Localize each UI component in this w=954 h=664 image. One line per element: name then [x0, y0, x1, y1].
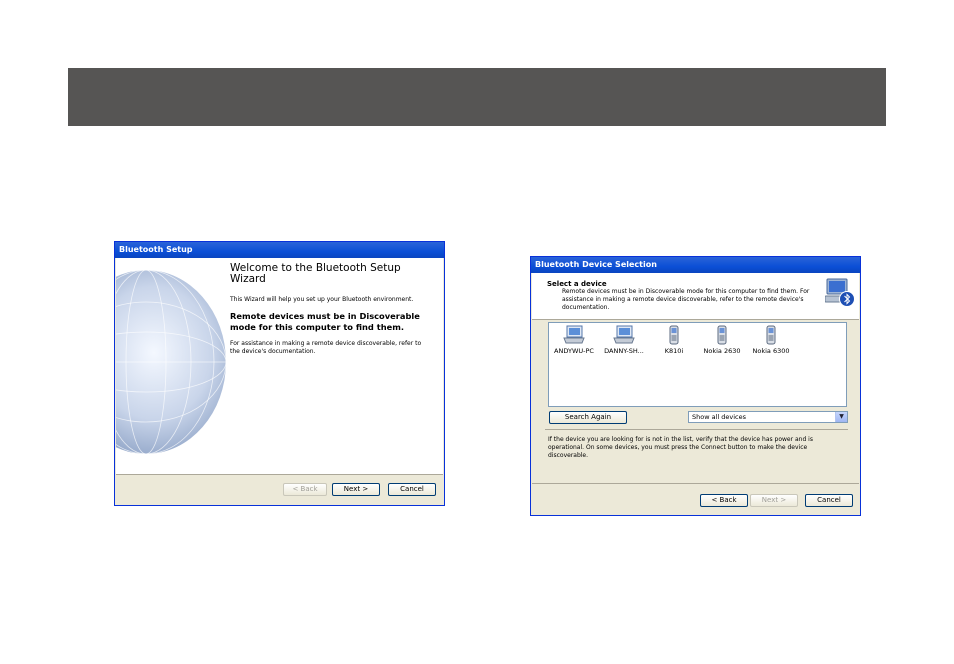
divider — [545, 429, 848, 430]
discoverable-note: Remote devices must be in Discoverable m… — [230, 311, 420, 332]
button-divider — [532, 483, 859, 484]
back-button[interactable]: < Back — [283, 483, 327, 496]
chevron-down-icon[interactable]: ▼ — [835, 412, 847, 422]
device-list[interactable]: ANDYWU-PC DANNY-SH... K810i Nokia 2630 N… — [548, 322, 847, 407]
cancel-button[interactable]: Cancel — [805, 494, 853, 507]
header-title: Select a device — [547, 280, 607, 288]
device-item[interactable]: Nokia 6300 — [746, 325, 796, 355]
next-button[interactable]: Next > — [332, 483, 380, 496]
filter-value: Show all devices — [692, 413, 747, 421]
phone-icon — [717, 325, 727, 345]
device-item[interactable]: DANNY-SH... — [599, 325, 649, 355]
device-item[interactable]: Nokia 2630 — [697, 325, 747, 355]
device-name: Nokia 2630 — [703, 347, 741, 355]
device-name: K810i — [664, 347, 684, 355]
laptop-icon — [613, 325, 635, 344]
device-selection-window: Bluetooth Device Selection Select a devi… — [530, 256, 861, 516]
wizard-heading: Welcome to the Bluetooth Setup Wizard — [230, 262, 401, 285]
assistance-note: For assistance in making a remote device… — [230, 340, 422, 355]
wizard-header: Select a device Remote devices must be i… — [532, 273, 859, 319]
phone-icon — [766, 325, 776, 345]
help-note: If the device you are looking for is not… — [548, 436, 813, 459]
laptop-icon — [563, 325, 585, 344]
window-title: Bluetooth Setup — [115, 242, 444, 258]
device-item[interactable]: ANDYWU-PC — [549, 325, 599, 355]
device-filter-select[interactable]: Show all devices ▼ — [688, 411, 848, 423]
wizard-body: Welcome to the Bluetooth Setup Wizard Th… — [116, 258, 443, 474]
header-subtitle: Remote devices must be in Discoverable m… — [562, 288, 810, 311]
device-name: DANNY-SH... — [604, 347, 644, 355]
bluetooth-computer-icon — [825, 278, 855, 307]
cancel-button[interactable]: Cancel — [388, 483, 436, 496]
phone-icon — [669, 325, 679, 345]
device-name: Nokia 6300 — [752, 347, 790, 355]
search-again-button[interactable]: Search Again — [549, 411, 627, 424]
globe-image — [116, 270, 227, 454]
bluetooth-setup-window: Bluetooth Setup Welcome to the Bluetooth… — [114, 241, 445, 506]
window-title: Bluetooth Device Selection — [531, 257, 860, 273]
device-name: ANDYWU-PC — [554, 347, 594, 355]
wizard-intro: This Wizard will help you set up your Bl… — [230, 296, 414, 303]
header-divider — [532, 319, 859, 320]
back-button[interactable]: < Back — [700, 494, 748, 507]
device-item[interactable]: K810i — [649, 325, 699, 355]
header-banner — [68, 68, 886, 126]
divider — [116, 474, 443, 475]
next-button[interactable]: Next > — [750, 494, 798, 507]
